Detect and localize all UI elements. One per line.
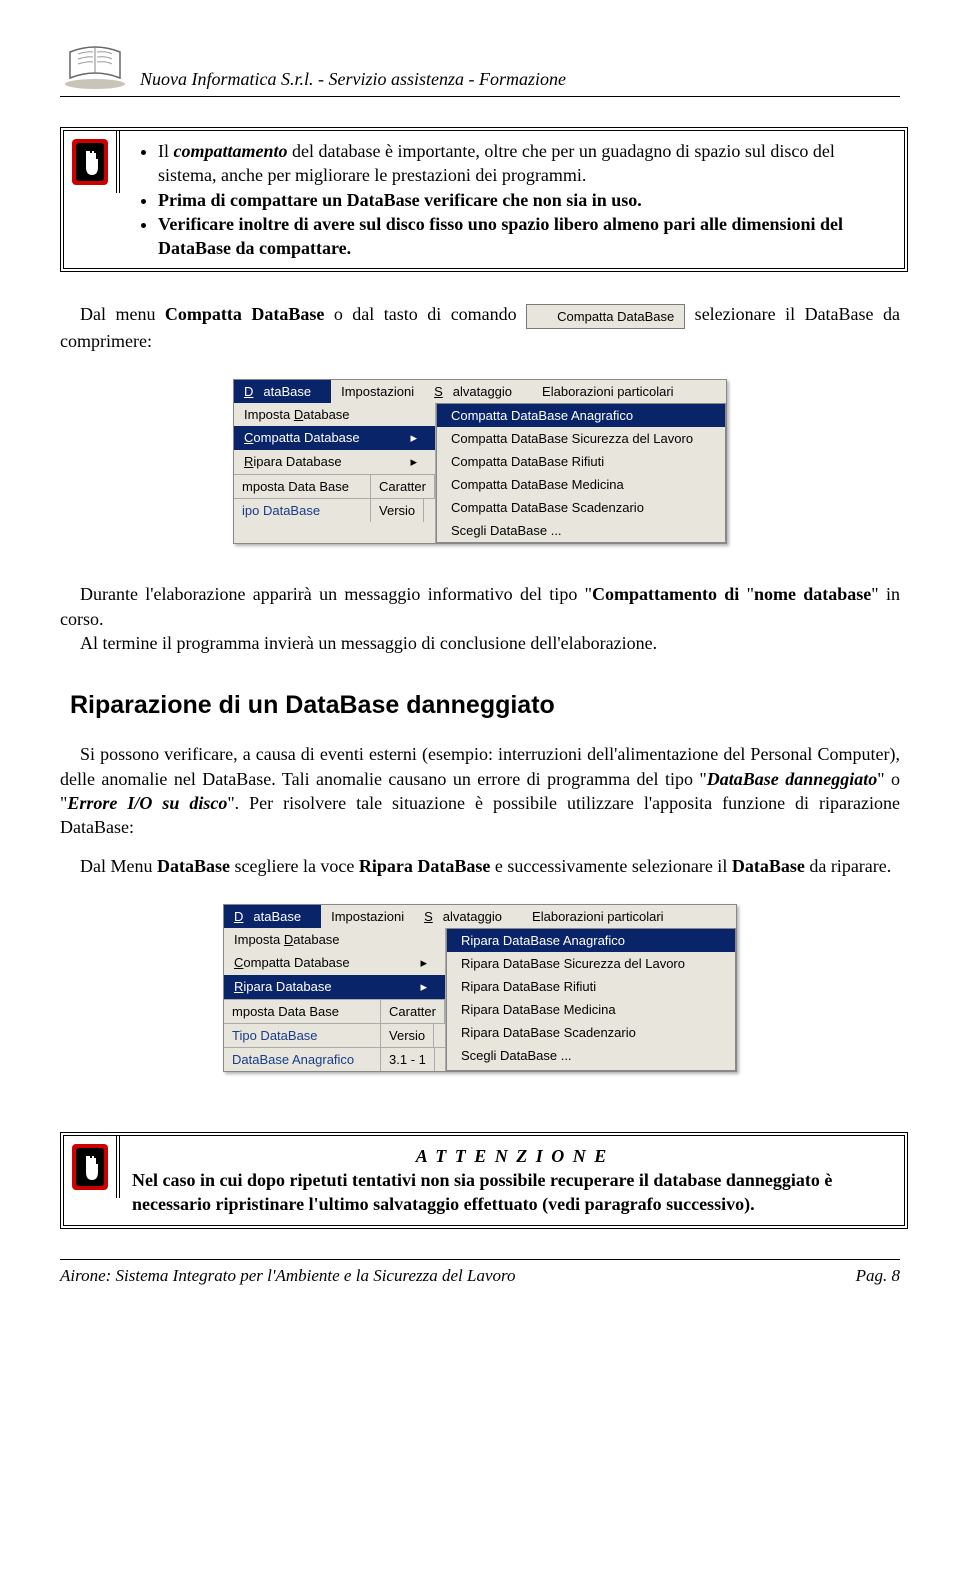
submenu-compatta-rifiuti[interactable]: Compatta DataBase Rifiuti [437, 450, 725, 473]
menubar-item-database[interactable]: DataBase [224, 905, 321, 928]
chevron-right-icon: ▸ [420, 979, 427, 995]
header-separator: - [314, 69, 329, 89]
footer-page-number: Pag. 8 [856, 1266, 900, 1286]
submenu-ripara-rifiuti[interactable]: Ripara DataBase Rifiuti [447, 975, 735, 998]
warning-box-attenzione: A T T E N Z I O N E Nel caso in cui dopo… [60, 1132, 908, 1229]
submenu-ripara-medicina[interactable]: Ripara DataBase Medicina [447, 998, 735, 1021]
warning-box-compattamento: Il compattamento del database è importan… [60, 127, 908, 272]
menu-item-imposta[interactable]: Imposta Database [234, 403, 435, 426]
page-footer: Airone: Sistema Integrato per l'Ambiente… [60, 1259, 900, 1286]
toolbar-cell: Tipo DataBase [224, 1024, 381, 1047]
menubar-1: DataBase Impostazioni Salvataggio Elabor… [234, 380, 726, 403]
hand-icon [70, 1142, 110, 1192]
para-compatta-intro: Dal menu Compatta DataBase o dal tasto d… [60, 302, 900, 353]
toolbar-cell: mposta Data Base [224, 1000, 381, 1023]
attenzione-text: Nel caso in cui dopo ripetuti tentativi … [132, 1170, 832, 1214]
toolbar-cell: DataBase Anagrafico [224, 1048, 381, 1071]
submenu-scegli-database[interactable]: Scegli DataBase ... [447, 1044, 735, 1067]
toolbar-cell: Versio [371, 499, 424, 522]
compatta-database-button[interactable]: Compatta DataBase [526, 304, 685, 330]
footer-left: Airone: Sistema Integrato per l'Ambiente… [60, 1266, 515, 1286]
warning1-bullet-2: Verificare inoltre di avere sul disco fi… [158, 212, 892, 261]
menubar-item-database[interactable]: DataBase [234, 380, 331, 403]
para-durante-elaborazione: Durante l'elaborazione apparirà un messa… [60, 582, 900, 655]
submenu-compatta-sicurezza[interactable]: Compatta DataBase Sicurezza del Lavoro [437, 427, 725, 450]
menubar-item-impostazioni[interactable]: Impostazioni [331, 380, 424, 403]
toolbar-cell: Caratter [381, 1000, 445, 1023]
submenu-compatta-scadenzario[interactable]: Compatta DataBase Scadenzario [437, 496, 725, 519]
menu-item-compatta[interactable]: Compatta Database▸ [234, 426, 435, 450]
menubar-item-impostazioni[interactable]: Impostazioni [321, 905, 414, 928]
submenu-compatta-anagrafico[interactable]: Compatta DataBase Anagrafico [437, 404, 725, 427]
menu-item-ripara[interactable]: Ripara Database▸ [234, 450, 435, 474]
toolbar-cell: ipo DataBase [234, 499, 371, 522]
para-riparazione-intro: Si possono verificare, a causa di eventi… [60, 742, 900, 839]
attenzione-title: A T T E N Z I O N E [416, 1146, 609, 1166]
menu-item-imposta[interactable]: Imposta Database [224, 928, 445, 951]
toolbar-cell: Caratter [371, 475, 435, 498]
chevron-right-icon: ▸ [410, 430, 417, 446]
menubar-2: DataBase Impostazioni Salvataggio Elabor… [224, 905, 736, 928]
submenu-ripara-anagrafico[interactable]: Ripara DataBase Anagrafico [447, 929, 735, 952]
menu-item-compatta[interactable]: Compatta Database▸ [224, 951, 445, 975]
warning1-bullet-0: Il compattamento del database è importan… [158, 139, 892, 188]
menubar-item-elaborazioni[interactable]: Elaborazioni particolari [532, 380, 684, 403]
menu-compatta: DataBase Impostazioni Salvataggio Elabor… [233, 379, 727, 544]
submenu-compatta-medicina[interactable]: Compatta DataBase Medicina [437, 473, 725, 496]
submenu-scegli-database[interactable]: Scegli DataBase ... [437, 519, 725, 542]
header-company: Nuova Informatica S.r.l. [140, 69, 314, 89]
page-header: Nuova Informatica S.r.l. - Servizio assi… [60, 40, 900, 97]
menu-item-ripara[interactable]: Ripara Database▸ [224, 975, 445, 999]
toolbar-cell: 3.1 - 1 [381, 1048, 435, 1071]
submenu-ripara-sicurezza[interactable]: Ripara DataBase Sicurezza del Lavoro [447, 952, 735, 975]
header-service: Servizio assistenza - Formazione [329, 69, 567, 89]
menubar-item-elaborazioni[interactable]: Elaborazioni particolari [522, 905, 674, 928]
para-ripara-instructions: Dal Menu DataBase scegliere la voce Ripa… [60, 854, 900, 878]
heading-riparazione: Riparazione di un DataBase danneggiato [70, 691, 900, 720]
toolbar-cell: Versio [381, 1024, 434, 1047]
menubar-item-salvataggio[interactable]: Salvataggio [424, 380, 532, 403]
warning1-bullet-1: Prima di compattare un DataBase verifica… [158, 188, 892, 212]
submenu-ripara-scadenzario[interactable]: Ripara DataBase Scadenzario [447, 1021, 735, 1044]
hand-icon [70, 137, 110, 187]
toolbar-cell: mposta Data Base [234, 475, 371, 498]
chevron-right-icon: ▸ [420, 955, 427, 971]
chevron-right-icon: ▸ [410, 454, 417, 470]
menu-ripara: DataBase Impostazioni Salvataggio Elabor… [223, 904, 737, 1072]
book-icon [60, 40, 130, 90]
menubar-item-salvataggio[interactable]: Salvataggio [414, 905, 522, 928]
